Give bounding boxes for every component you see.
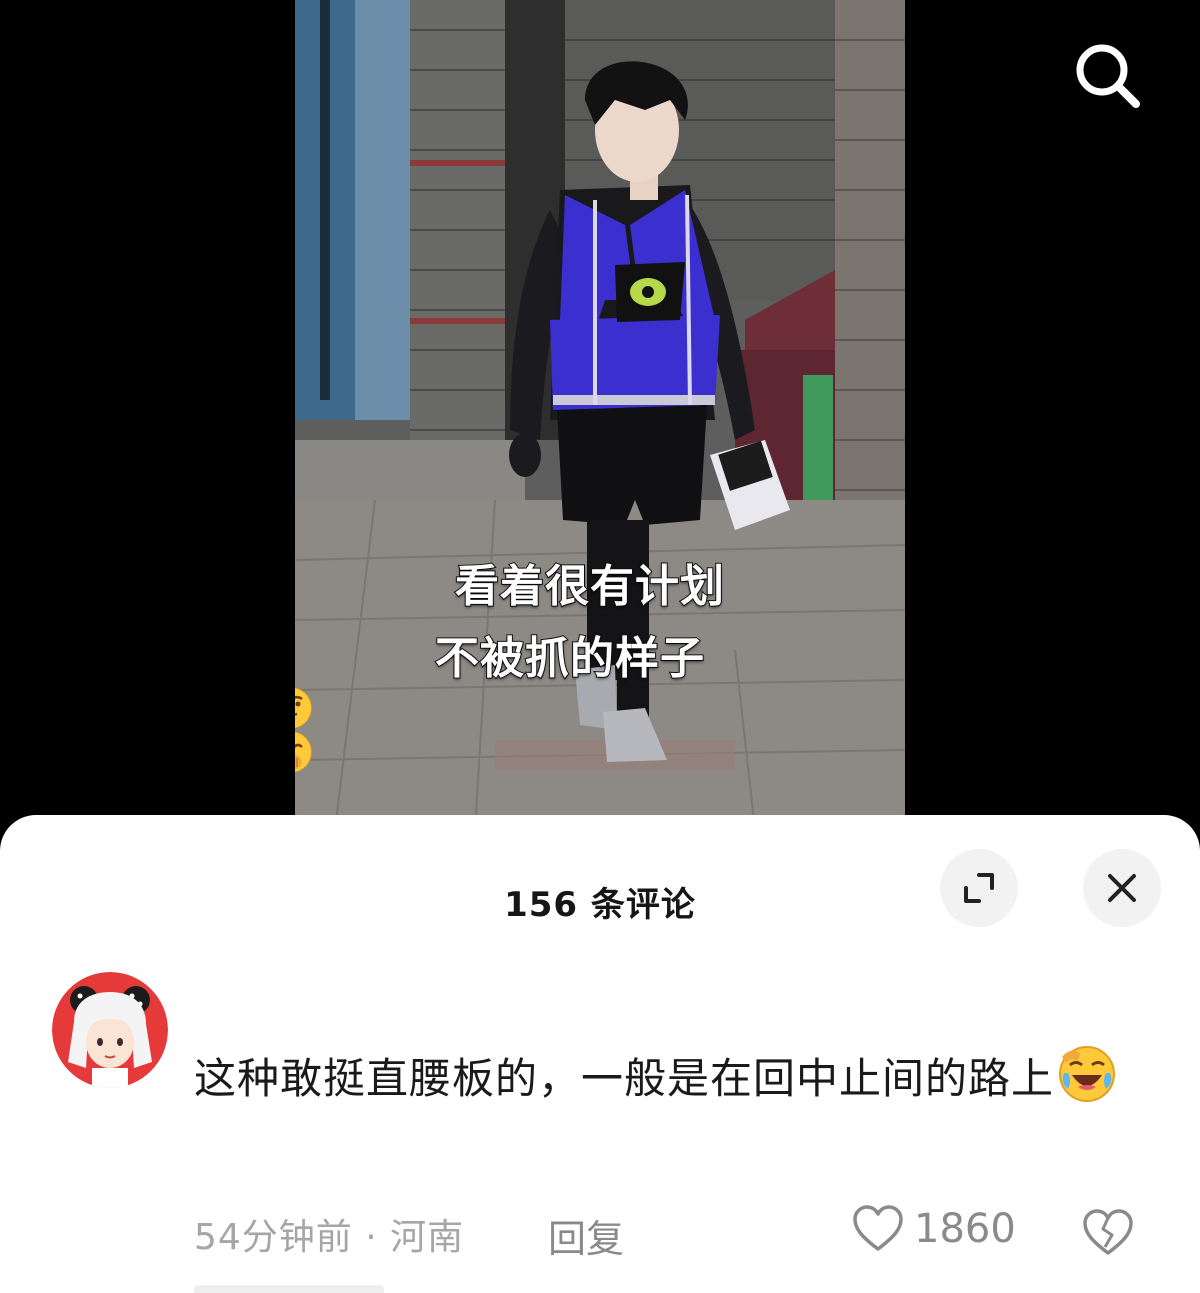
comment-meta: 54分钟前 · 河南 [194,1208,464,1260]
meta-separator: · [365,1217,378,1258]
broken-heart-icon [1083,1209,1133,1255]
comments-sheet: 156 条评论 这种敢挺直腰板的，一般是在回中止间的路上 54分钟前 · 河南 … [0,815,1200,1293]
reply-button[interactable]: 回复 [548,1208,624,1263]
comment-body: 这种敢挺直腰板的，一般是在回中止间的路上 [194,1054,1055,1103]
screen: 看着很有计划 不被抓的样子 156 条评论 这种敢挺直腰板的，一般是在回中止间的… [0,0,1200,1293]
comments-count-title: 156 条评论 [504,885,696,925]
comment-time: 54分钟前 [194,1217,353,1258]
commenter-avatar[interactable] [52,972,168,1088]
heart-icon [853,1205,903,1251]
like-button[interactable]: 1860 [852,1205,1016,1253]
close-icon [1108,874,1136,902]
video-caption-line1: 看着很有计划 [454,560,725,613]
video-caption-line2-text: 不被抓的样子 [434,632,705,685]
search-icon [1076,44,1140,108]
dislike-button[interactable] [1082,1209,1134,1261]
close-button[interactable] [1083,849,1161,927]
video-player[interactable]: 看着很有计划 不被抓的样子 [295,0,905,830]
comment-text: 这种敢挺直腰板的，一般是在回中止间的路上 [194,1039,1134,1119]
rolling-laughing-face-icon [1059,1046,1116,1102]
expand-button[interactable] [940,849,1018,927]
expand-icon [964,873,994,903]
video-caption-line2: 不被抓的样子 [295,622,875,774]
search-button[interactable] [1070,38,1146,114]
comment-location: 河南 [390,1217,465,1258]
avatar-image [52,972,168,1088]
thinking-face-icon [295,687,312,729]
hand-over-mouth-face-icon [295,731,312,773]
like-count: 1860 [914,1206,1016,1252]
comment-tag-strip [194,1285,384,1293]
